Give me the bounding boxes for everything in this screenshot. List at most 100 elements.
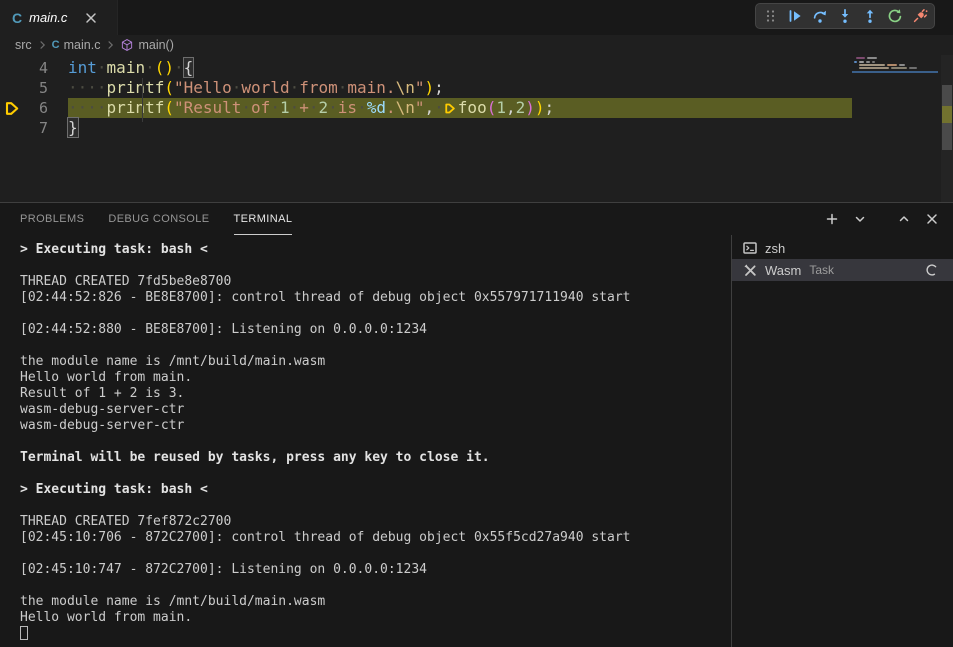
token: · bbox=[97, 58, 107, 77]
close-icon bbox=[924, 211, 940, 227]
gripper-icon bbox=[764, 8, 777, 24]
token: main bbox=[107, 58, 146, 77]
panel-tab-problems[interactable]: PROBLEMS bbox=[20, 203, 84, 235]
debug-restart-icon bbox=[887, 8, 903, 24]
code-editor[interactable]: 4int·main·()·{5····printf("Hello·world·f… bbox=[0, 55, 953, 202]
terminal-line: [02:44:52:826 - BE8E8700]: control threa… bbox=[20, 290, 731, 306]
token: · bbox=[357, 98, 367, 117]
token: %d bbox=[367, 98, 386, 117]
terminal-line: > Executing task: bash < bbox=[20, 242, 731, 258]
breadcrumb-item-mainc[interactable]: Cmain.c bbox=[52, 38, 101, 52]
minimap-code-mark bbox=[859, 67, 889, 69]
tools-icon bbox=[742, 262, 758, 278]
terminal-list: zsh WasmTask bbox=[732, 235, 953, 647]
gutter[interactable]: 4 bbox=[0, 58, 68, 78]
token: " bbox=[415, 98, 425, 117]
token: ···· bbox=[68, 98, 107, 117]
current-line-marker bbox=[942, 106, 952, 123]
debug-step-out-button[interactable] bbox=[862, 8, 878, 24]
token: ; bbox=[545, 98, 555, 117]
token: ) bbox=[535, 98, 545, 117]
breadcrumb-item-main[interactable]: main() bbox=[120, 38, 173, 52]
panel-header: PROBLEMS DEBUG CONSOLE TERMINAL bbox=[0, 203, 953, 235]
token: · bbox=[338, 78, 348, 97]
token: ) bbox=[424, 78, 434, 97]
minimap-code-mark bbox=[909, 67, 917, 69]
terminal-line: Terminal will be reused by tasks, press … bbox=[20, 450, 731, 466]
terminal-list-item-wasm[interactable]: WasmTask bbox=[732, 259, 953, 281]
breadcrumb-item-src[interactable]: src bbox=[15, 38, 32, 52]
token: is bbox=[338, 98, 357, 117]
token: main. bbox=[347, 78, 395, 97]
breadcrumb: src Cmain.c main() bbox=[0, 35, 953, 55]
terminal-line bbox=[20, 306, 731, 322]
token: \n bbox=[396, 98, 415, 117]
debug-step-into-button[interactable] bbox=[837, 8, 853, 24]
chevron-right-icon bbox=[103, 38, 117, 52]
debug-disconnect-button[interactable] bbox=[912, 8, 928, 24]
panel-tabs: PROBLEMS DEBUG CONSOLE TERMINAL bbox=[20, 203, 823, 235]
gutter[interactable]: 6 bbox=[0, 98, 68, 118]
token: · bbox=[145, 58, 155, 77]
token: "Hello bbox=[174, 78, 232, 97]
terminal-line: [02:44:52:880 - BE8E8700]: Listening on … bbox=[20, 322, 731, 338]
terminal-icon bbox=[742, 240, 758, 256]
panel-tab-debug-console[interactable]: DEBUG CONSOLE bbox=[108, 203, 209, 235]
terminal-list-item-zsh[interactable]: zsh bbox=[732, 237, 953, 259]
terminal-name: zsh bbox=[765, 241, 785, 256]
code-line: 7} bbox=[0, 118, 852, 138]
panel-tab-terminal[interactable]: TERMINAL bbox=[234, 203, 293, 235]
token: · bbox=[270, 98, 280, 117]
terminal-line: wasm-debug-server-ctr bbox=[20, 402, 731, 418]
chevron-right-icon bbox=[35, 38, 49, 52]
terminal-badge: Task bbox=[809, 263, 834, 277]
terminal-output[interactable]: > Executing task: bash <THREAD CREATED 7… bbox=[0, 235, 731, 647]
indent-guide bbox=[142, 78, 143, 122]
minimap-code-mark bbox=[887, 64, 897, 66]
breadcrumb-label: main.c bbox=[64, 38, 101, 52]
token: ···· bbox=[68, 78, 107, 97]
symbol-cube-icon bbox=[120, 38, 134, 52]
code-text[interactable]: int·main·()·{ bbox=[68, 58, 852, 78]
gutter[interactable]: 5 bbox=[0, 78, 68, 98]
terminal-line bbox=[20, 338, 731, 354]
token: · bbox=[328, 98, 338, 117]
line-number: 5 bbox=[22, 78, 68, 98]
token: printf bbox=[107, 78, 165, 97]
terminal-line bbox=[20, 498, 731, 514]
terminal-dropdown-button[interactable] bbox=[851, 210, 869, 228]
minimap[interactable] bbox=[852, 55, 938, 202]
gutter[interactable]: 7 bbox=[0, 118, 68, 138]
maximize-panel-button[interactable] bbox=[895, 210, 913, 228]
token: · bbox=[232, 78, 242, 97]
terminal-line bbox=[20, 258, 731, 274]
c-file-icon: C bbox=[52, 39, 60, 51]
panel-body: > Executing task: bash <THREAD CREATED 7… bbox=[0, 235, 953, 647]
tab-close-icon[interactable] bbox=[83, 10, 99, 26]
toolbar-gripper[interactable] bbox=[762, 8, 778, 24]
vscode-window: C main.c src Cmain.c main() 4int·main·()·{… bbox=[0, 0, 953, 647]
token: · bbox=[434, 98, 444, 117]
code-text[interactable]: ····printf("Result·of·1·+·2·is·%d.\n",·f… bbox=[68, 98, 852, 118]
tab-main-c[interactable]: C main.c bbox=[0, 0, 118, 35]
terminal-line: > Executing task: bash < bbox=[20, 482, 731, 498]
terminal-line bbox=[20, 434, 731, 450]
close-panel-button[interactable] bbox=[923, 210, 941, 228]
tab-title: main.c bbox=[29, 10, 67, 25]
code-text[interactable]: } bbox=[68, 118, 852, 138]
terminal-line: [02:45:10:747 - 872C2700]: Listening on … bbox=[20, 562, 731, 578]
token: · bbox=[290, 78, 300, 97]
debug-restart-button[interactable] bbox=[887, 8, 903, 24]
minimap-viewport-line bbox=[852, 71, 938, 73]
breadcrumb-label: src bbox=[15, 38, 32, 52]
new-terminal-button[interactable] bbox=[823, 210, 841, 228]
token: foo bbox=[458, 98, 487, 117]
debug-continue-button[interactable] bbox=[787, 8, 803, 24]
token: · bbox=[241, 98, 251, 117]
editor-region: srcCmain.cmain() 4int·main·()·{5····prin… bbox=[0, 35, 953, 202]
debug-disconnect-icon bbox=[912, 8, 928, 24]
token: world bbox=[241, 78, 289, 97]
code-text[interactable]: ····printf("Hello·world·from·main.\n"); bbox=[68, 78, 852, 98]
code-line: 4int·main·()·{ bbox=[0, 58, 852, 78]
debug-step-over-button[interactable] bbox=[812, 8, 828, 24]
